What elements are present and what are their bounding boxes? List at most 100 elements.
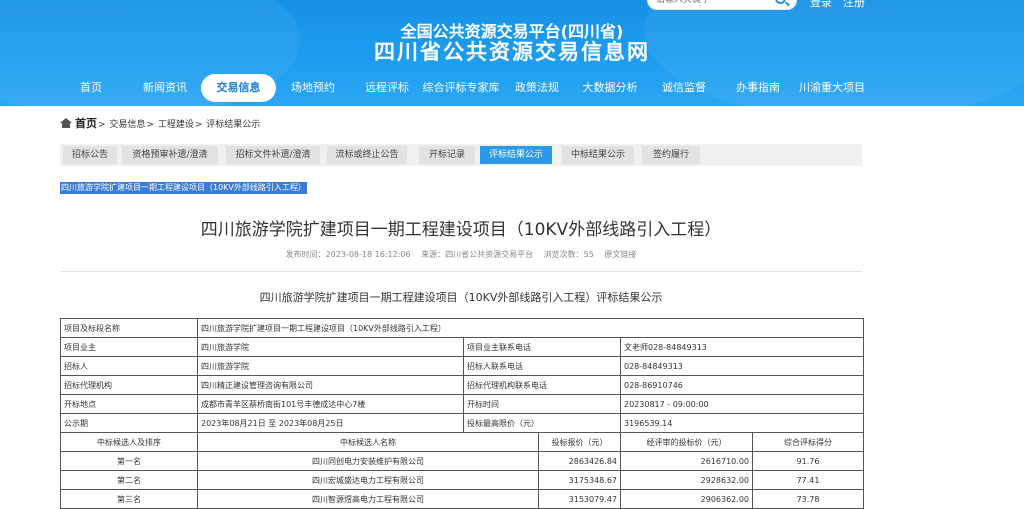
table-cell-value: 028-84849313 <box>619 356 865 376</box>
table-row: 第三名 四川智源煜高电力工程有限公司 3153079.47 2906362.00… <box>60 489 865 509</box>
nav-item-home[interactable]: 首页 <box>62 74 120 102</box>
table-header-cell: 中标候选人及排序 <box>60 432 198 452</box>
breadcrumb: 首页> 交易信息> 工程建设> 评标结果公示 <box>60 115 260 131</box>
candidate-bid: 3153079.47 <box>538 489 621 509</box>
table-cell-value: 3196539.14 <box>619 413 865 433</box>
breadcrumb-item-current: 评标结果公示 <box>206 120 261 130</box>
table-header-cell: 综合评标得分 <box>751 432 865 452</box>
table-cell-label: 招标代理机构联系电话 <box>463 375 621 395</box>
breadcrumb-item-trade-info[interactable]: 交易信息 <box>109 120 145 130</box>
table-row: 开标地点 成都市青羊区蔡桥南街101号丰德成达中心7楼 开标时间 2023081… <box>60 394 865 414</box>
table-cell-label: 招标代理机构 <box>60 375 198 395</box>
tab-prequal-clarification[interactable]: 资格预审补遗/澄清 <box>122 146 218 164</box>
tab-failed-termination[interactable]: 流标或终止公告 <box>327 146 407 164</box>
site-title: 四川省公共资源交易信息网 <box>374 40 650 64</box>
table-row: 招标代理机构 四川精正建设管理咨询有限公司 招标代理机构联系电话 028-869… <box>60 375 865 395</box>
category-tabs: 招标公告 资格预审补遗/澄清 招标文件补遗/澄清 流标或终止公告 开标记录 评标… <box>60 144 862 166</box>
tab-bid-opening-record[interactable]: 开标记录 <box>419 146 475 164</box>
breadcrumb-home[interactable]: 首页 <box>75 117 97 130</box>
search-box <box>647 0 797 10</box>
table-cell-label: 招标人 <box>60 356 198 376</box>
candidate-score: 73.78 <box>751 489 865 509</box>
candidate-bid: 3175348.67 <box>538 470 621 490</box>
search-icon[interactable] <box>775 0 786 4</box>
breadcrumb-item-engineering[interactable]: 工程建设 <box>158 120 194 130</box>
table-cell-value: 四川精正建设管理咨询有限公司 <box>197 375 464 395</box>
table-cell-label: 开标地点 <box>60 394 198 414</box>
candidate-rank: 第二名 <box>60 470 198 490</box>
candidate-evaluated-price: 2906362.00 <box>620 489 753 509</box>
table-cell-label: 项目业主联系电话 <box>463 337 621 357</box>
table-row: 项目及标段名称 四川旅游学院扩建项目一期工程建设项目（10KV外部线路引入工程） <box>60 318 865 338</box>
candidate-score: 91.76 <box>751 451 865 471</box>
table-cell-label: 开标时间 <box>463 394 621 414</box>
candidate-rank: 第一名 <box>60 451 198 471</box>
view-count: 浏览次数：55 <box>543 250 594 259</box>
nav-item-remote-bidding[interactable]: 远程评标 <box>358 74 416 102</box>
nav-item-expert-pool[interactable]: 综合评标专家库 <box>422 74 500 102</box>
tab-award-result[interactable]: 中标结果公示 <box>562 146 634 164</box>
candidate-bid: 2863426.84 <box>538 451 621 471</box>
table-cell-label: 项目及标段名称 <box>60 318 198 338</box>
page: 登录 注册 全国公共资源交易平台(四川省) 四川省公共资源交易信息网 首页 新闻… <box>0 0 1024 509</box>
nav-item-policies[interactable]: 政策法规 <box>510 74 564 102</box>
nav-item-credit-supervision[interactable]: 诚信监督 <box>657 74 711 102</box>
table-cell-value: 四川旅游学院扩建项目一期工程建设项目（10KV外部线路引入工程） <box>196 318 865 338</box>
table-cell-label: 招标人联系电话 <box>463 356 621 376</box>
table-row: 公示期 2023年08月21日 至 2023年08月25日 投标最高限价（元） … <box>60 413 865 433</box>
breadcrumb-separator: > <box>146 120 154 130</box>
tab-contract-performance[interactable]: 签约履行 <box>642 146 700 164</box>
candidate-score: 77.41 <box>751 470 865 490</box>
home-icon <box>60 118 72 128</box>
search-input[interactable] <box>656 0 774 7</box>
table-row: 第二名 四川宏城盛达电力工程有限公司 3175348.67 2928632.00… <box>60 470 865 490</box>
table-cell-label: 投标最高限价（元） <box>463 413 621 433</box>
table-cell-value: 成都市青羊区蔡桥南街101号丰德成达中心7楼 <box>197 394 464 414</box>
tab-tender-doc-clarification[interactable]: 招标文件补遗/澄清 <box>226 146 320 164</box>
article-meta: 发布时间：2023-08-18 16:12:06 来源：四川省公共资源交易平台 … <box>60 249 862 260</box>
tab-tender-notice[interactable]: 招标公告 <box>63 146 117 164</box>
candidate-rank: 第三名 <box>60 489 198 509</box>
table-row: 第一名 四川同创电力安装维护有限公司 2863426.84 2616710.00… <box>60 451 865 471</box>
candidate-evaluated-price: 2616710.00 <box>620 451 753 471</box>
table-cell-label: 项目业主 <box>60 337 198 357</box>
table-cell-value: 四川旅游学院 <box>197 337 464 357</box>
main-nav: 首页 新闻资讯 交易信息 场地预约 远程评标 综合评标专家库 政策法规 大数据分… <box>0 74 1024 102</box>
original-link[interactable]: 原文链接 <box>604 250 636 259</box>
breadcrumb-separator: > <box>194 120 203 130</box>
table-cell-value: 文老师028-84849313 <box>619 337 865 357</box>
nav-item-venue-booking[interactable]: 场地预约 <box>286 74 340 102</box>
register-link[interactable]: 注册 <box>843 0 865 10</box>
table-header-cell: 中标候选人名称 <box>197 432 539 452</box>
nav-item-service-guide[interactable]: 办事指南 <box>731 74 785 102</box>
divider <box>60 271 862 272</box>
site-header: 登录 注册 全国公共资源交易平台(四川省) 四川省公共资源交易信息网 首页 新闻… <box>0 0 1024 106</box>
nav-item-news[interactable]: 新闻资讯 <box>135 74 195 102</box>
table-cell-value: 20230817 - 09:00:00 <box>619 394 865 414</box>
publish-time: 发布时间：2023-08-18 16:12:06 <box>285 250 411 259</box>
notice-subtitle: 四川旅游学院扩建项目一期工程建设项目（10KV外部线路引入工程）评标结果公示 <box>259 291 663 304</box>
nav-item-trade-info[interactable]: 交易信息 <box>201 74 276 102</box>
nav-item-big-data[interactable]: 大数据分析 <box>578 74 642 102</box>
nav-item-major-projects[interactable]: 川渝重大项目 <box>797 74 867 102</box>
table-row: 项目业主 四川旅游学院 项目业主联系电话 文老师028-84849313 <box>60 337 865 357</box>
selected-text: 四川旅游学院扩建项目一期工程建设项目（10KV外部线路引入工程） <box>60 182 307 194</box>
tab-evaluation-result[interactable]: 评标结果公示 <box>480 146 552 164</box>
table-row: 招标人 四川旅游学院 招标人联系电话 028-84849313 <box>60 356 865 376</box>
table-header-cell: 经评审的投标价（元） <box>620 432 753 452</box>
table-cell-label: 公示期 <box>60 413 198 433</box>
candidate-name: 四川同创电力安装维护有限公司 <box>197 451 539 471</box>
candidate-evaluated-price: 2928632.00 <box>620 470 753 490</box>
article-title: 四川旅游学院扩建项目一期工程建设项目（10KV外部线路引入工程） <box>200 220 722 240</box>
table-cell-value: 四川旅游学院 <box>197 356 464 376</box>
table-cell-value: 028-86910746 <box>619 375 865 395</box>
table-header-cell: 投标报价（元） <box>538 432 621 452</box>
article-source: 来源：四川省公共资源交易平台 <box>421 250 534 259</box>
table-cell-value: 2023年08月21日 至 2023年08月25日 <box>197 413 464 433</box>
candidate-name: 四川宏城盛达电力工程有限公司 <box>197 470 539 490</box>
evaluation-result-table: 项目及标段名称 四川旅游学院扩建项目一期工程建设项目（10KV外部线路引入工程）… <box>60 318 865 509</box>
login-link[interactable]: 登录 <box>810 0 832 10</box>
table-header-row: 中标候选人及排序 中标候选人名称 投标报价（元） 经评审的投标价（元） 综合评标… <box>60 432 865 452</box>
candidate-name: 四川智源煜高电力工程有限公司 <box>197 489 539 509</box>
breadcrumb-separator: > <box>98 120 106 130</box>
